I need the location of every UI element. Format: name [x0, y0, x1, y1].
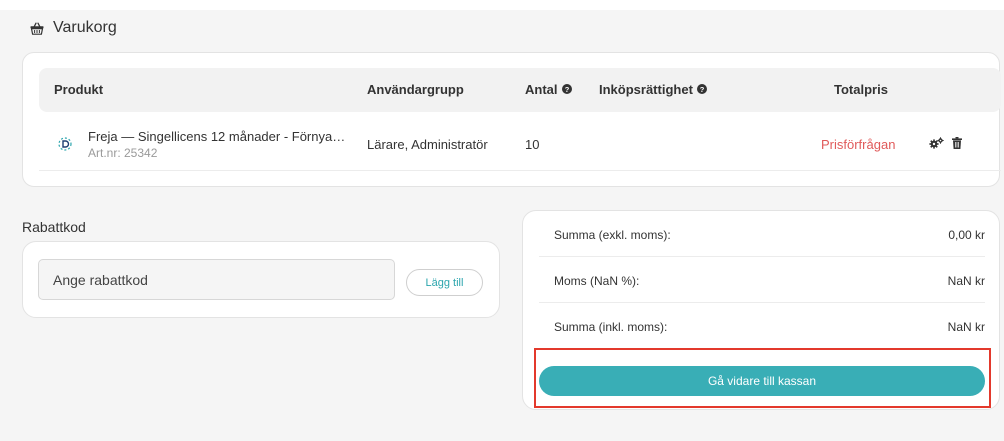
checkout-button[interactable]: Gå vidare till kassan: [539, 366, 985, 396]
table-row: Freja — Singellicens 12 månader - Förnya…: [39, 113, 1001, 171]
settings-icon[interactable]: [929, 137, 944, 152]
user-group-value: Lärare, Administratör: [367, 137, 488, 152]
svg-text:?: ?: [564, 85, 569, 94]
summary-row-vat: Moms (NaN %): NaN kr: [539, 257, 985, 303]
summary-row-total: Summa (inkl. moms): NaN kr: [539, 303, 985, 349]
product-name[interactable]: Freja — Singellicens 12 månader - Förnya…: [88, 129, 350, 144]
info-icon[interactable]: ?: [696, 82, 707, 97]
total-price-value: Prisförfrågan: [821, 137, 896, 152]
quantity-value: 10: [525, 137, 540, 152]
summary-value: NaN kr: [947, 320, 985, 334]
discount-card: Lägg till: [22, 241, 500, 318]
add-discount-button[interactable]: Lägg till: [406, 269, 483, 296]
column-header-quantity: Antal ?: [525, 82, 572, 97]
cart-table-header: Produkt Användargrupp Antal ? Inköpsrätt…: [39, 68, 1001, 112]
basket-icon: [30, 22, 44, 35]
order-summary-card: Summa (exkl. moms): 0,00 kr Moms (NaN %)…: [522, 210, 1000, 410]
summary-label: Summa (inkl. moms):: [554, 320, 668, 334]
top-strip: [0, 0, 1004, 10]
column-header-purchase-right: Inköpsrättighet ?: [599, 82, 707, 97]
column-header-total-price: Totalpris: [834, 82, 888, 97]
product-article-number: Art.nr: 25342: [88, 146, 158, 160]
summary-row-subtotal: Summa (exkl. moms): 0,00 kr: [539, 211, 985, 257]
column-header-user-group: Användargrupp: [367, 82, 464, 97]
page-header: Varukorg: [30, 19, 117, 37]
discount-label: Rabattkod: [22, 219, 86, 235]
summary-value: NaN kr: [947, 274, 985, 288]
discount-code-input[interactable]: [38, 259, 395, 300]
column-header-product: Produkt: [54, 82, 104, 97]
info-icon[interactable]: ?: [561, 82, 572, 97]
trash-icon[interactable]: [952, 137, 962, 152]
cart-card: Produkt Användargrupp Antal ? Inköpsrätt…: [22, 52, 1001, 187]
svg-text:?: ?: [700, 85, 705, 94]
product-logo-icon: [58, 137, 72, 154]
summary-label: Summa (exkl. moms):: [554, 228, 671, 242]
summary-label: Moms (NaN %):: [554, 274, 640, 288]
page-title: Varukorg: [53, 19, 117, 36]
summary-value: 0,00 kr: [948, 228, 985, 242]
